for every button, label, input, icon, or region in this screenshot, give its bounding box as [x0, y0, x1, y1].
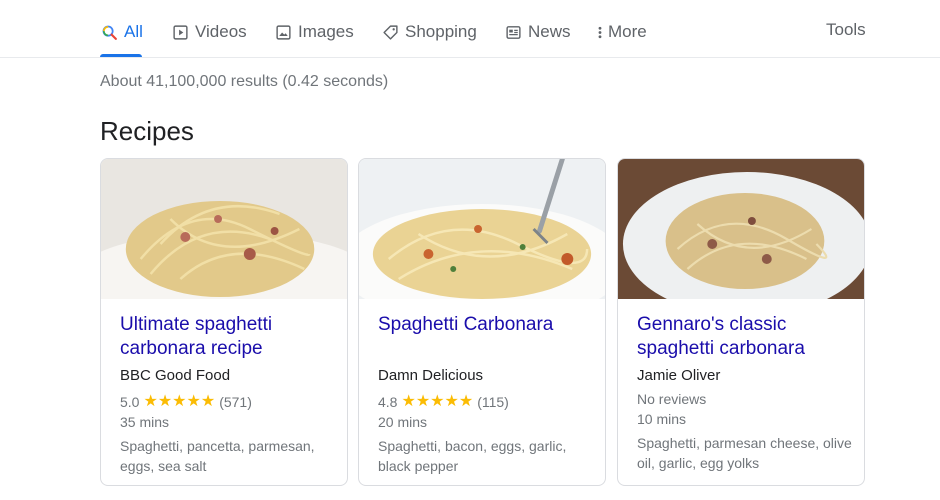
- recipe-title-link[interactable]: Ultimate spaghetti carbonara recipe: [120, 313, 335, 361]
- active-tab-indicator: [100, 54, 142, 57]
- recipe-ingredients: Spaghetti, bacon, eggs, garlic, black pe…: [378, 438, 567, 474]
- tab-label: Shopping: [405, 22, 477, 41]
- tab-all[interactable]: All: [100, 20, 143, 44]
- newspaper-icon: [504, 23, 522, 41]
- recipe-source: Damn Delicious: [378, 367, 484, 384]
- rating-value: 5.0: [120, 394, 140, 410]
- recipe-title-link[interactable]: Gennaro's classic spaghetti carbonara: [637, 313, 852, 361]
- tag-icon: [381, 23, 399, 41]
- recipe-time: 35 mins: [120, 414, 170, 430]
- tab-news[interactable]: News: [504, 20, 571, 44]
- recipe-source: Jamie Oliver: [637, 367, 721, 384]
- recipe-rating: 4.8 ★★★★★ (115): [378, 393, 593, 411]
- recipe-time: 10 mins: [637, 411, 687, 427]
- recipe-thumbnail-image[interactable]: [101, 159, 347, 299]
- recipe-rating: 5.0 ★★★★★ (571): [120, 393, 335, 411]
- recipe-card[interactable]: Gennaro's classic spaghetti carbonara Ja…: [617, 158, 865, 486]
- recipe-thumbnail-image[interactable]: [359, 159, 605, 299]
- image-icon: [274, 23, 292, 41]
- more-vertical-icon: [596, 23, 604, 41]
- recipe-time: 20 mins: [378, 414, 428, 430]
- recipe-card[interactable]: Ultimate spaghetti carbonara recipe BBC …: [100, 158, 348, 486]
- recipe-thumbnail-image[interactable]: [618, 159, 864, 299]
- video-icon: [171, 23, 189, 41]
- review-count: (115): [477, 394, 509, 410]
- tab-label: More: [608, 22, 647, 41]
- tools-button[interactable]: Tools: [826, 20, 866, 40]
- tab-more[interactable]: More: [596, 20, 647, 44]
- section-heading: Recipes: [100, 116, 194, 146]
- recipe-card[interactable]: Spaghetti Carbonara Damn Delicious 4.8 ★…: [358, 158, 606, 486]
- tab-label: Videos: [195, 22, 247, 41]
- search-icon: [100, 23, 118, 41]
- recipe-ingredients: Spaghetti, pancetta, parmesan, eggs, sea…: [120, 438, 315, 474]
- tab-label: Images: [298, 22, 354, 41]
- tab-videos[interactable]: Videos: [171, 20, 247, 44]
- tab-label: News: [528, 22, 571, 41]
- search-tabs-bar: All Videos Images Shopping News More Too…: [0, 0, 940, 58]
- rating-value: 4.8: [378, 394, 398, 410]
- tab-images[interactable]: Images: [274, 20, 354, 44]
- recipe-source: BBC Good Food: [120, 367, 231, 384]
- recipe-title-link[interactable]: Spaghetti Carbonara: [378, 313, 593, 337]
- star-rating-icon: ★★★★★: [143, 393, 216, 410]
- tab-label: All: [124, 22, 143, 41]
- recipe-ingredients: Spaghetti, parmesan cheese, olive oil, g…: [637, 435, 852, 471]
- tab-shopping[interactable]: Shopping: [381, 20, 477, 44]
- star-rating-icon: ★★★★★: [401, 393, 474, 410]
- review-count: (571): [219, 394, 252, 410]
- no-reviews-label: No reviews: [637, 391, 707, 407]
- result-stats: About 41,100,000 results (0.42 seconds): [100, 73, 389, 90]
